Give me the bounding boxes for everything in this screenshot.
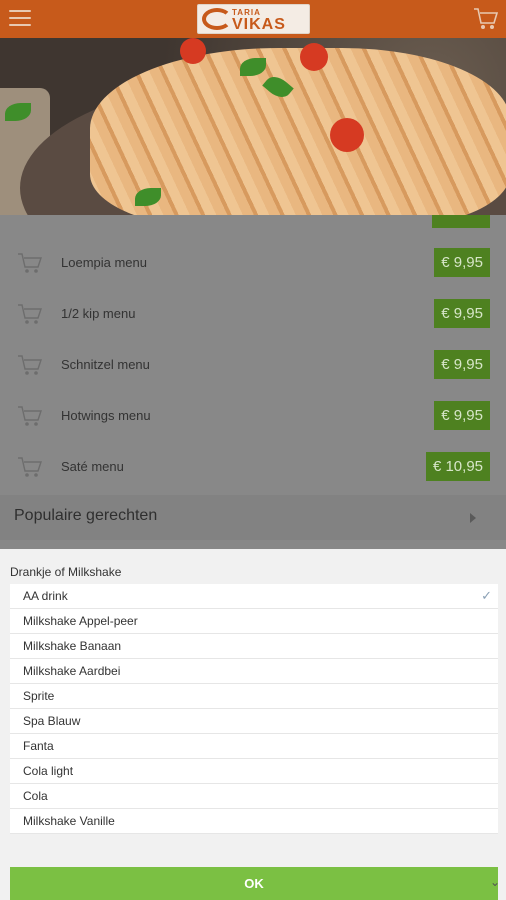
option-item[interactable]: AA drink ✓ [10, 584, 498, 609]
sheet-title: Drankje of Milkshake [10, 565, 122, 579]
menu-row[interactable]: Loempia menu € 9,95 [0, 238, 506, 289]
option-list: AA drink ✓ Milkshake Appel-peer Milkshak… [10, 584, 498, 834]
cart-icon[interactable] [17, 455, 43, 479]
tomato-shape [330, 118, 364, 152]
menu-item-price[interactable]: € 9,95 [434, 299, 490, 328]
cart-icon[interactable] [17, 302, 43, 326]
checkmark-icon: ✓ [481, 588, 492, 603]
menu-item-name: 1/2 kip menu [61, 306, 136, 321]
option-item[interactable]: Milkshake Appel-peer [10, 609, 498, 634]
section-title: Populaire gerechten [14, 507, 158, 524]
menu-item-name: Loempia menu [61, 255, 147, 270]
hamburger-icon[interactable] [9, 10, 31, 28]
hero-food-image [0, 38, 506, 215]
option-item[interactable]: Cola [10, 784, 498, 809]
option-item[interactable]: Fanta [10, 734, 498, 759]
tomato-shape [300, 43, 328, 71]
option-item[interactable]: Milkshake Vanille [10, 809, 498, 834]
option-label: Spa Blauw [23, 714, 81, 728]
partial-price-badge [432, 215, 490, 228]
ok-button[interactable]: OK [10, 867, 498, 900]
option-label: Milkshake Vanille [23, 814, 115, 828]
chevron-right-icon [470, 513, 476, 523]
chevron-down-icon: ⌄ [489, 875, 500, 889]
option-item[interactable]: Milkshake Banaan [10, 634, 498, 659]
section-popular[interactable]: Populaire gerechten [0, 495, 506, 540]
menu-item-price[interactable]: € 10,95 [425, 452, 490, 481]
option-label: Milkshake Banaan [23, 639, 122, 653]
menu-row[interactable]: 1/2 kip menu € 9,95 [0, 289, 506, 340]
menu-item-name: Hotwings menu [61, 408, 151, 423]
app-header: TARIA VIKAS [0, 0, 506, 38]
drink-options-sheet: Drankje of Milkshake AA drink ✓ Milkshak… [0, 549, 506, 900]
restaurant-logo[interactable]: TARIA VIKAS [197, 4, 310, 34]
menu-row[interactable]: Hotwings menu € 9,95 [0, 391, 506, 442]
cart-icon[interactable] [17, 251, 43, 275]
menu-item-price[interactable]: € 9,95 [434, 350, 490, 379]
option-label: Milkshake Aardbei [23, 664, 121, 678]
menu-row[interactable]: Schnitzel menu € 9,95 [0, 340, 506, 391]
option-label: Fanta [23, 739, 54, 753]
cart-icon[interactable] [17, 353, 43, 377]
menu-item-price[interactable]: € 9,95 [434, 401, 490, 430]
option-item[interactable]: Cola light [10, 759, 498, 784]
option-label: AA drink [23, 589, 68, 603]
menu-item-name: Schnitzel menu [61, 357, 150, 372]
option-item[interactable]: Sprite [10, 684, 498, 709]
tomato-shape [180, 38, 206, 64]
logo-swoosh [202, 8, 232, 30]
option-item[interactable]: Spa Blauw [10, 709, 498, 734]
cart-icon[interactable] [473, 7, 499, 31]
option-label: Milkshake Appel-peer [23, 614, 138, 628]
menu-list: Loempia menu € 9,95 1/2 kip menu € 9,95 … [0, 215, 506, 549]
logo-main-text: VIKAS [232, 16, 286, 33]
option-label: Cola [23, 789, 48, 803]
option-label: Sprite [23, 689, 55, 703]
menu-row[interactable]: Saté menu € 10,95 [0, 442, 506, 493]
option-item[interactable]: Milkshake Aardbei [10, 659, 498, 684]
option-label: Cola light [23, 764, 74, 778]
cart-icon[interactable] [17, 404, 43, 428]
menu-item-price[interactable]: € 9,95 [434, 248, 490, 277]
menu-item-name: Saté menu [61, 459, 124, 474]
